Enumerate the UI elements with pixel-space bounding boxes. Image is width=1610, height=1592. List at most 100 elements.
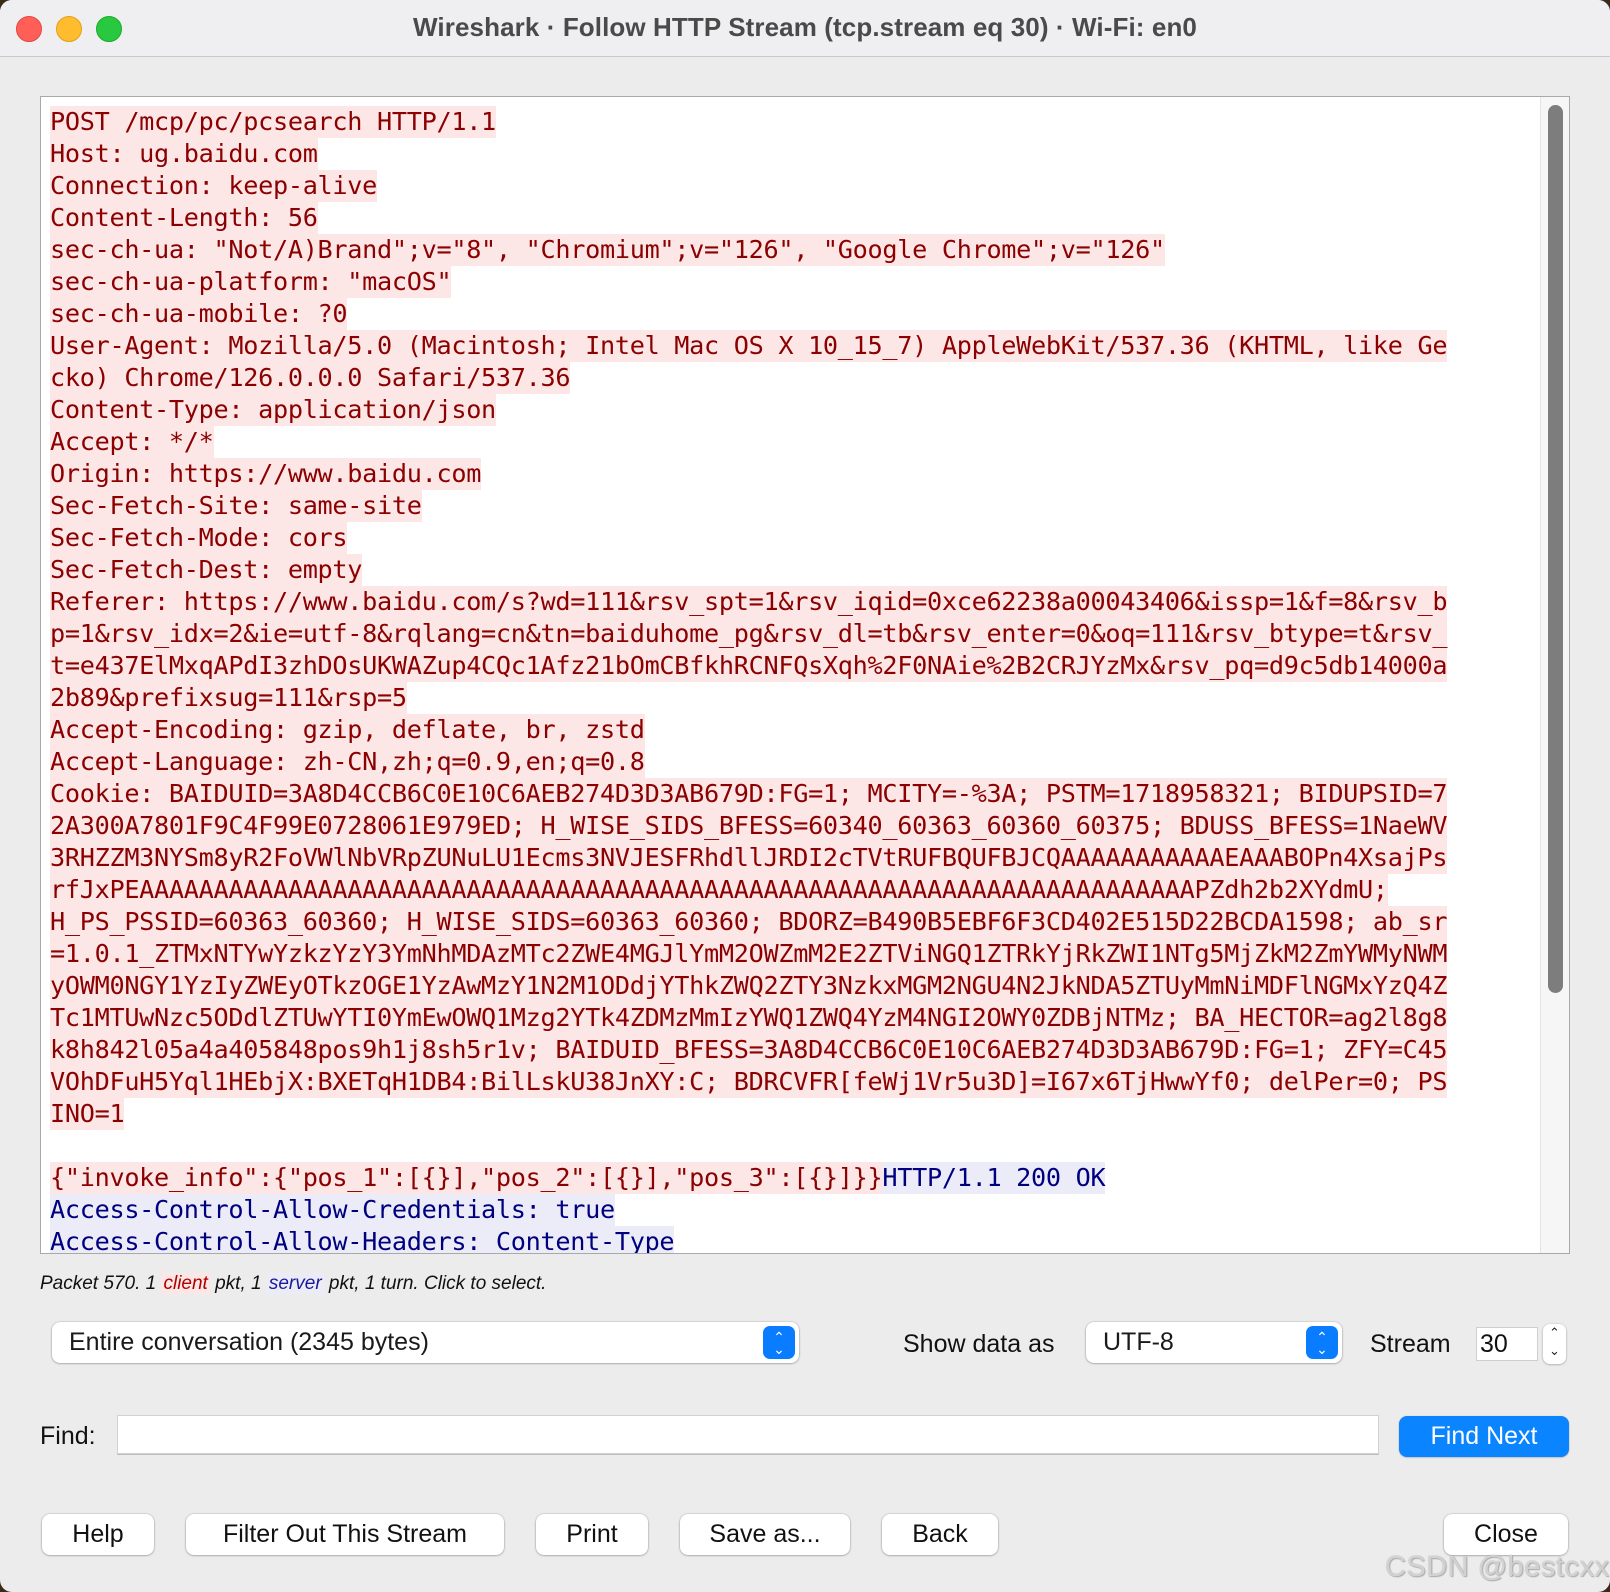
stream-line[interactable]: t=e437ElMxqAPdI3zhDOsUKWAZup4CQc1Afz21bO…	[50, 650, 1530, 682]
show-data-as-label: Show data as	[903, 1330, 1055, 1358]
show-data-as-select[interactable]: UTF-8 ⌃ ⌄	[1086, 1322, 1342, 1363]
title-bar[interactable]: Wireshark · Follow HTTP Stream (tcp.stre…	[0, 0, 1610, 57]
status-prefix: Packet 570. 1	[40, 1273, 162, 1294]
client-data-segment: sec-ch-ua-mobile: ?0	[50, 298, 348, 330]
stream-line[interactable]: cko) Chrome/126.0.0.0 Safari/537.36	[50, 362, 1530, 394]
client-data-segment: Connection: keep-alive	[50, 170, 378, 202]
client-data-segment: Content-Length: 56	[50, 202, 318, 234]
status-mid: pkt, 1	[209, 1273, 267, 1294]
stream-line[interactable]: p=1&rsv_idx=2&ie=utf-8&rqlang=cn&tn=baid…	[50, 618, 1530, 650]
stream-line[interactable]: sec-ch-ua-mobile: ?0	[50, 298, 1530, 330]
client-data-segment: 3RHZZM3NYSm8yR2FoVWlNbVRpZUNuLU1Ecms3NVJ…	[50, 842, 1448, 874]
stream-line[interactable]: 2b89&prefixsug=111&rsp=5	[50, 682, 1530, 714]
stream-line[interactable]: VOhDFuH5Yql1HEbjX:BXETqH1DB4:BilLskU38Jn…	[50, 1066, 1530, 1098]
client-data-segment: 2A300A7801F9C4F99E0728061E979ED; H_WISE_…	[50, 810, 1448, 842]
stream-line[interactable]: yOWM0NGY1YzIyZWEyOTkzOGE1YzAwMzY1N2M1ODd…	[50, 970, 1530, 1002]
stream-status-text: Packet 570. 1 client pkt, 1 server pkt, …	[40, 1273, 546, 1295]
stream-line[interactable]: Accept: */*	[50, 426, 1530, 458]
window-title: Wireshark · Follow HTTP Stream (tcp.stre…	[413, 12, 1197, 42]
find-input[interactable]	[117, 1415, 1379, 1454]
server-data-segment: HTTP/1.1 200 OK	[882, 1162, 1106, 1194]
stream-line[interactable]: sec-ch-ua: "Not/A)Brand";v="8", "Chromiu…	[50, 234, 1530, 266]
status-server-label: server	[266, 1273, 324, 1294]
client-data-segment: t=e437ElMxqAPdI3zhDOsUKWAZup4CQc1Afz21bO…	[50, 650, 1448, 682]
stream-line[interactable]: =1.0.1_ZTMxNTYwYzkzYzY3YmNhMDAzMTc2ZWE4M…	[50, 938, 1530, 970]
watermark: CSDN @bestcxx	[1385, 1551, 1610, 1583]
client-data-segment: cko) Chrome/126.0.0.0 Safari/537.36	[50, 362, 571, 394]
stream-line[interactable]: H_PS_PSSID=60363_60360; H_WISE_SIDS=6036…	[50, 906, 1530, 938]
close-button[interactable]: Close	[1444, 1514, 1568, 1555]
client-data-segment: =1.0.1_ZTMxNTYwYzkzYzY3YmNhMDAzMTc2ZWE4M…	[50, 938, 1448, 970]
help-button[interactable]: Help	[42, 1514, 154, 1555]
client-data-segment: Accept-Language: zh-CN,zh;q=0.9,en;q=0.8	[50, 746, 645, 778]
client-data-segment: Origin: https://www.baidu.com	[50, 458, 482, 490]
stream-line[interactable]: Accept-Language: zh-CN,zh;q=0.9,en;q=0.8	[50, 746, 1530, 778]
client-data-segment: k8h842l05a4a405848pos9h1j8sh5r1v; BAIDUI…	[50, 1034, 1448, 1066]
stream-line[interactable]: User-Agent: Mozilla/5.0 (Macintosh; Inte…	[50, 330, 1530, 362]
status-suffix: pkt, 1 turn. Click to select.	[323, 1273, 547, 1294]
client-data-segment: Sec-Fetch-Mode: cors	[50, 522, 348, 554]
client-data-segment: POST /mcp/pc/pcsearch HTTP/1.1	[50, 106, 496, 138]
stream-line[interactable]: Access-Control-Allow-Headers: Content-Ty…	[50, 1226, 1530, 1253]
client-data-segment: {"invoke_info":{"pos_1":[{}],"pos_2":[{}…	[50, 1162, 883, 1194]
stream-line[interactable]: POST /mcp/pc/pcsearch HTTP/1.1	[50, 106, 1530, 138]
client-data-segment: Sec-Fetch-Dest: empty	[50, 554, 363, 586]
stream-line[interactable]	[50, 1130, 1530, 1162]
client-data-segment: Host: ug.baidu.com	[50, 138, 318, 170]
client-data-segment: rfJxPEAAAAAAAAAAAAAAAAAAAAAAAAAAAAAAAAAA…	[50, 874, 1388, 906]
stream-line[interactable]: 2A300A7801F9C4F99E0728061E979ED; H_WISE_…	[50, 810, 1530, 842]
stream-line[interactable]: Host: ug.baidu.com	[50, 138, 1530, 170]
stream-line[interactable]: Sec-Fetch-Mode: cors	[50, 522, 1530, 554]
stream-line[interactable]: rfJxPEAAAAAAAAAAAAAAAAAAAAAAAAAAAAAAAAAA…	[50, 874, 1530, 906]
server-data-segment: Access-Control-Allow-Credentials: true	[50, 1194, 615, 1226]
status-client-label: client	[161, 1273, 210, 1294]
stream-line[interactable]: k8h842l05a4a405848pos9h1j8sh5r1v; BAIDUI…	[50, 1034, 1530, 1066]
stream-line[interactable]: Access-Control-Allow-Credentials: true	[50, 1194, 1530, 1226]
conversation-select-value: Entire conversation (2345 bytes)	[69, 1328, 429, 1356]
select-stepper-icon: ⌃ ⌄	[1306, 1326, 1338, 1359]
stream-line[interactable]: Referer: https://www.baidu.com/s?wd=111&…	[50, 586, 1530, 618]
stream-label: Stream	[1370, 1330, 1451, 1358]
stream-line[interactable]: Tc1MTUwNzc5ODdlZTUwYTI0YmEwOWQ1Mzg2YTk4Z…	[50, 1002, 1530, 1034]
stream-text[interactable]: POST /mcp/pc/pcsearch HTTP/1.1 Host: ug.b…	[50, 106, 1530, 1253]
stepper-up-icon[interactable]: ⌃	[1543, 1324, 1566, 1342]
stream-line[interactable]: Cookie: BAIDUID=3A8D4CCB6C0E10C6AEB274D3…	[50, 778, 1530, 810]
conversation-select[interactable]: Entire conversation (2345 bytes) ⌃ ⌄	[52, 1322, 799, 1363]
stream-line[interactable]: 3RHZZM3NYSm8yR2FoVWlNbVRpZUNuLU1Ecms3NVJ…	[50, 842, 1530, 874]
client-data-segment: yOWM0NGY1YzIyZWEyOTkzOGE1YzAwMzY1N2M1ODd…	[50, 970, 1448, 1002]
vertical-scrollbar[interactable]	[1540, 97, 1569, 1253]
stream-stepper[interactable]: ⌃ ⌄	[1543, 1324, 1566, 1364]
client-data-segment: Accept: */*	[50, 426, 214, 458]
client-data-segment: Content-Type: application/json	[50, 394, 496, 426]
find-next-button[interactable]: Find Next	[1399, 1416, 1569, 1457]
save-as-button[interactable]: Save as...	[680, 1514, 850, 1555]
client-data-segment: sec-ch-ua-platform: "macOS"	[50, 266, 452, 298]
back-button[interactable]: Back	[882, 1514, 998, 1555]
client-data-segment: Accept-Encoding: gzip, deflate, br, zstd	[50, 714, 645, 746]
stream-line[interactable]: Connection: keep-alive	[50, 170, 1530, 202]
stream-line[interactable]: Origin: https://www.baidu.com	[50, 458, 1530, 490]
stream-line[interactable]: Sec-Fetch-Dest: empty	[50, 554, 1530, 586]
stream-line[interactable]: INO=1	[50, 1098, 1530, 1130]
filter-out-stream-button[interactable]: Filter Out This Stream	[186, 1514, 504, 1555]
client-data-segment: INO=1	[50, 1098, 125, 1130]
client-data-segment: Tc1MTUwNzc5ODdlZTUwYTI0YmEwOWQ1Mzg2YTk4Z…	[50, 1002, 1448, 1034]
stream-line[interactable]: Content-Type: application/json	[50, 394, 1530, 426]
follow-stream-window: Wireshark · Follow HTTP Stream (tcp.stre…	[0, 0, 1610, 1592]
stream-line[interactable]: Sec-Fetch-Site: same-site	[50, 490, 1530, 522]
stream-line[interactable]: Content-Length: 56	[50, 202, 1530, 234]
stepper-down-icon[interactable]: ⌄	[1543, 1342, 1566, 1360]
stream-line[interactable]: sec-ch-ua-platform: "macOS"	[50, 266, 1530, 298]
server-data-segment: Access-Control-Allow-Headers: Content-Ty…	[50, 1226, 675, 1253]
stream-number-input[interactable]: 30	[1476, 1327, 1538, 1361]
stream-line[interactable]: {"invoke_info":{"pos_1":[{}],"pos_2":[{}…	[50, 1162, 1530, 1194]
stream-line[interactable]: Accept-Encoding: gzip, deflate, br, zstd	[50, 714, 1530, 746]
client-data-segment: User-Agent: Mozilla/5.0 (Macintosh; Inte…	[50, 330, 1448, 362]
client-data-segment: Referer: https://www.baidu.com/s?wd=111&…	[50, 586, 1448, 618]
client-data-segment: Sec-Fetch-Site: same-site	[50, 490, 422, 522]
client-data-segment: p=1&rsv_idx=2&ie=utf-8&rqlang=cn&tn=baid…	[50, 618, 1448, 650]
stream-content-pane[interactable]: POST /mcp/pc/pcsearch HTTP/1.1 Host: ug.b…	[40, 96, 1570, 1254]
scrollbar-thumb[interactable]	[1548, 105, 1563, 993]
print-button[interactable]: Print	[536, 1514, 648, 1555]
client-data-segment: 2b89&prefixsug=111&rsp=5	[50, 682, 407, 714]
